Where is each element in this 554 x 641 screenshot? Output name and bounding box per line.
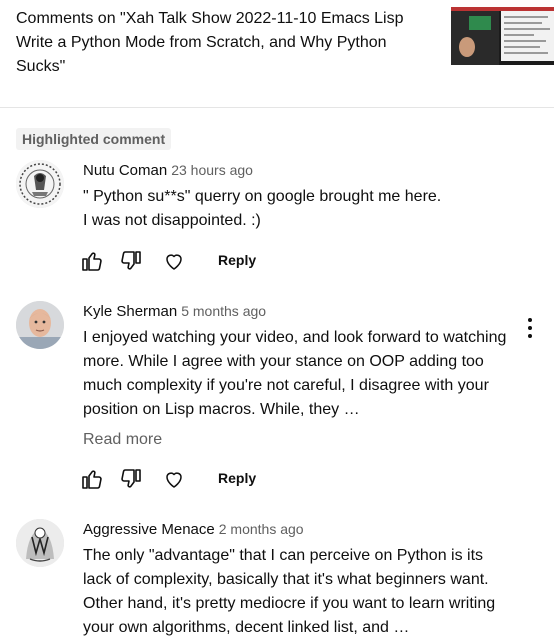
comment-meta: Nutu Coman 23 hours ago [83, 160, 253, 181]
dislike-button[interactable] [119, 249, 145, 275]
comment-time[interactable]: 5 months ago [181, 303, 266, 319]
comments-header: Comments on "Xah Talk Show 2022-11-10 Em… [0, 0, 554, 108]
comment-text: I enjoyed watching your video, and look … [83, 329, 507, 418]
avatar[interactable] [16, 301, 64, 349]
author-name[interactable]: Aggressive Menace [83, 521, 215, 538]
thumbs-down-icon [121, 469, 141, 488]
video-thumbnail[interactable] [451, 7, 554, 65]
heart-button[interactable] [162, 249, 188, 275]
heart-button[interactable] [162, 467, 188, 493]
comment-meta: Kyle Sherman 5 months ago [83, 301, 266, 322]
comment-menu-button[interactable] [520, 316, 540, 340]
heart-icon [166, 472, 182, 488]
dislike-button[interactable] [119, 467, 145, 493]
like-button[interactable] [80, 467, 106, 493]
avatar[interactable] [16, 160, 64, 208]
read-more-link[interactable]: Read more [83, 428, 162, 452]
comment-meta: Aggressive Menace 2 months ago [83, 519, 304, 540]
avatar[interactable] [16, 519, 64, 567]
reply-button[interactable]: Reply [218, 252, 256, 268]
comment-time[interactable]: 23 hours ago [171, 162, 253, 178]
thumbs-up-icon [82, 470, 102, 489]
highlighted-comment-badge: Highlighted comment [16, 128, 172, 150]
thumbs-up-icon [82, 252, 102, 271]
page-title: Comments on "Xah Talk Show 2022-11-10 Em… [16, 10, 404, 75]
heart-icon [166, 254, 182, 270]
like-button[interactable] [80, 249, 106, 275]
comment-text: The only "advantage" that I can perceive… [83, 547, 496, 636]
comment-time[interactable]: 2 months ago [219, 521, 304, 537]
comment-text: " Python su**s" querry on google brought… [83, 188, 442, 229]
reply-button[interactable]: Reply [218, 470, 256, 486]
author-name[interactable]: Kyle Sherman [83, 303, 177, 320]
author-name[interactable]: Nutu Coman [83, 162, 167, 179]
thumbs-down-icon [121, 251, 141, 270]
